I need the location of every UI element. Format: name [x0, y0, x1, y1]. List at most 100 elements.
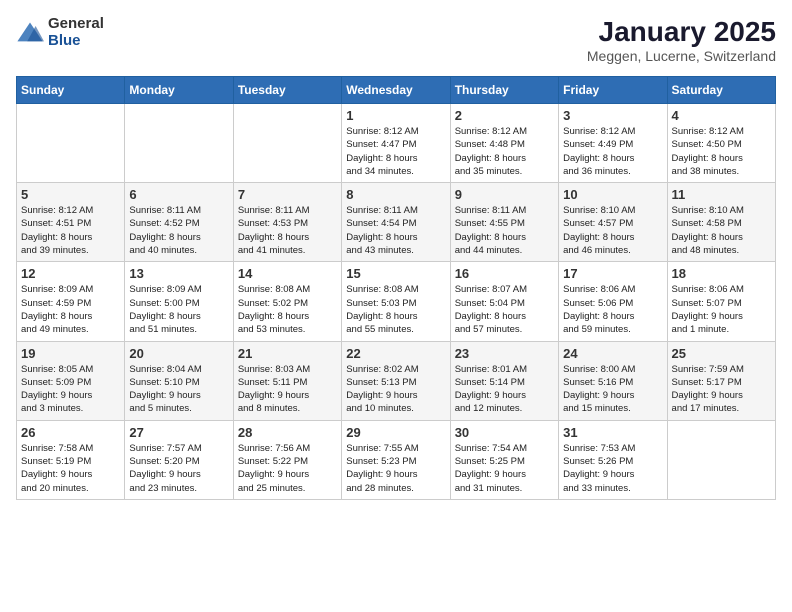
day-info: Sunrise: 8:08 AM Sunset: 5:03 PM Dayligh… — [346, 283, 445, 336]
day-info: Sunrise: 8:07 AM Sunset: 5:04 PM Dayligh… — [455, 283, 554, 336]
day-info: Sunrise: 8:12 AM Sunset: 4:51 PM Dayligh… — [21, 204, 120, 257]
calendar-cell — [125, 104, 233, 183]
calendar-cell: 3Sunrise: 8:12 AM Sunset: 4:49 PM Daylig… — [559, 104, 667, 183]
day-info: Sunrise: 8:11 AM Sunset: 4:55 PM Dayligh… — [455, 204, 554, 257]
day-info: Sunrise: 8:05 AM Sunset: 5:09 PM Dayligh… — [21, 363, 120, 416]
day-number: 24 — [563, 346, 662, 361]
calendar-cell: 17 Sunrise: 8:06 AM Sunset: 5:06 PM Dayli… — [559, 262, 667, 341]
weekday-header-wednesday: Wednesday — [342, 77, 450, 104]
calendar-cell: 20 Sunrise: 8:04 AM Sunset: 5:10 PM Dayli… — [125, 341, 233, 420]
day-number: 14 — [238, 266, 337, 281]
day-number: 10 — [563, 187, 662, 202]
day-number: 23 — [455, 346, 554, 361]
day-info: Sunrise: 8:06 AM Sunset: 5:07 PM Dayligh… — [672, 283, 771, 336]
day-info: Sunrise: 8:09 AM Sunset: 5:00 PM Dayligh… — [129, 283, 228, 336]
day-info: Sunrise: 7:55 AM Sunset: 5:23 PM Dayligh… — [346, 442, 445, 495]
calendar-cell: 18 Sunrise: 8:06 AM Sunset: 5:07 PM Dayli… — [667, 262, 775, 341]
weekday-header-row: SundayMondayTuesdayWednesdayThursdayFrid… — [17, 77, 776, 104]
weekday-header-saturday: Saturday — [667, 77, 775, 104]
logo-icon — [16, 19, 44, 47]
day-info: Sunrise: 7:53 AM Sunset: 5:26 PM Dayligh… — [563, 442, 662, 495]
calendar-week-row-3: 12Sunrise: 8:09 AM Sunset: 4:59 PM Dayli… — [17, 262, 776, 341]
day-info: Sunrise: 8:10 AM Sunset: 4:57 PM Dayligh… — [563, 204, 662, 257]
calendar-cell: 8 Sunrise: 8:11 AM Sunset: 4:54 PM Daylig… — [342, 183, 450, 262]
day-info: Sunrise: 8:11 AM Sunset: 4:54 PM Dayligh… — [346, 204, 445, 257]
day-number: 11 — [672, 187, 771, 202]
day-info: Sunrise: 8:12 AM Sunset: 4:47 PM Dayligh… — [346, 125, 445, 178]
day-number: 29 — [346, 425, 445, 440]
logo-blue-text: Blue — [48, 33, 104, 50]
day-number: 18 — [672, 266, 771, 281]
calendar-cell: 23 Sunrise: 8:01 AM Sunset: 5:14 PM Dayli… — [450, 341, 558, 420]
weekday-header-tuesday: Tuesday — [233, 77, 341, 104]
calendar-cell: 13 Sunrise: 8:09 AM Sunset: 5:00 PM Dayli… — [125, 262, 233, 341]
day-number: 25 — [672, 346, 771, 361]
calendar-title: January 2025 — [587, 16, 776, 48]
day-info: Sunrise: 8:11 AM Sunset: 4:53 PM Dayligh… — [238, 204, 337, 257]
day-number: 2 — [455, 108, 554, 123]
calendar-cell: 16 Sunrise: 8:07 AM Sunset: 5:04 PM Dayli… — [450, 262, 558, 341]
calendar-cell: 29 Sunrise: 7:55 AM Sunset: 5:23 PM Dayli… — [342, 420, 450, 499]
day-number: 6 — [129, 187, 228, 202]
calendar-cell: 11Sunrise: 8:10 AM Sunset: 4:58 PM Dayli… — [667, 183, 775, 262]
day-info: Sunrise: 8:12 AM Sunset: 4:50 PM Dayligh… — [672, 125, 771, 178]
day-info: Sunrise: 8:01 AM Sunset: 5:14 PM Dayligh… — [455, 363, 554, 416]
day-number: 20 — [129, 346, 228, 361]
day-number: 4 — [672, 108, 771, 123]
day-info: Sunrise: 7:56 AM Sunset: 5:22 PM Dayligh… — [238, 442, 337, 495]
calendar-cell: 31 Sunrise: 7:53 AM Sunset: 5:26 PM Dayli… — [559, 420, 667, 499]
calendar-cell: 1 Sunrise: 8:12 AM Sunset: 4:47 PM Daylig… — [342, 104, 450, 183]
day-number: 13 — [129, 266, 228, 281]
calendar-cell: 30 Sunrise: 7:54 AM Sunset: 5:25 PM Dayli… — [450, 420, 558, 499]
calendar-cell: 24 Sunrise: 8:00 AM Sunset: 5:16 PM Dayli… — [559, 341, 667, 420]
day-number: 30 — [455, 425, 554, 440]
day-info: Sunrise: 8:08 AM Sunset: 5:02 PM Dayligh… — [238, 283, 337, 336]
day-number: 16 — [455, 266, 554, 281]
day-number: 8 — [346, 187, 445, 202]
day-info: Sunrise: 7:58 AM Sunset: 5:19 PM Dayligh… — [21, 442, 120, 495]
day-info: Sunrise: 7:59 AM Sunset: 5:17 PM Dayligh… — [672, 363, 771, 416]
day-info: Sunrise: 8:02 AM Sunset: 5:13 PM Dayligh… — [346, 363, 445, 416]
calendar-cell: 9 Sunrise: 8:11 AM Sunset: 4:55 PM Daylig… — [450, 183, 558, 262]
day-number: 15 — [346, 266, 445, 281]
day-info: Sunrise: 8:00 AM Sunset: 5:16 PM Dayligh… — [563, 363, 662, 416]
logo-general-text: General — [48, 16, 104, 33]
day-number: 7 — [238, 187, 337, 202]
calendar-cell: 12Sunrise: 8:09 AM Sunset: 4:59 PM Dayli… — [17, 262, 125, 341]
calendar-cell: 25 Sunrise: 7:59 AM Sunset: 5:17 PM Dayli… — [667, 341, 775, 420]
day-info: Sunrise: 7:54 AM Sunset: 5:25 PM Dayligh… — [455, 442, 554, 495]
calendar-cell: 15 Sunrise: 8:08 AM Sunset: 5:03 PM Dayli… — [342, 262, 450, 341]
day-number: 12 — [21, 266, 120, 281]
calendar-week-row-4: 19 Sunrise: 8:05 AM Sunset: 5:09 PM Dayli… — [17, 341, 776, 420]
weekday-header-monday: Monday — [125, 77, 233, 104]
logo: General Blue — [16, 16, 104, 49]
day-info: Sunrise: 8:11 AM Sunset: 4:52 PM Dayligh… — [129, 204, 228, 257]
calendar-cell: 4 Sunrise: 8:12 AM Sunset: 4:50 PM Daylig… — [667, 104, 775, 183]
day-number: 19 — [21, 346, 120, 361]
page-header: General Blue January 2025 Meggen, Lucern… — [16, 16, 776, 64]
calendar-cell: 2Sunrise: 8:12 AM Sunset: 4:48 PM Daylig… — [450, 104, 558, 183]
calendar-week-row-2: 5 Sunrise: 8:12 AM Sunset: 4:51 PM Daylig… — [17, 183, 776, 262]
calendar-cell: 6 Sunrise: 8:11 AM Sunset: 4:52 PM Daylig… — [125, 183, 233, 262]
day-info: Sunrise: 8:04 AM Sunset: 5:10 PM Dayligh… — [129, 363, 228, 416]
calendar-week-row-5: 26 Sunrise: 7:58 AM Sunset: 5:19 PM Dayli… — [17, 420, 776, 499]
day-number: 17 — [563, 266, 662, 281]
weekday-header-sunday: Sunday — [17, 77, 125, 104]
calendar-cell — [17, 104, 125, 183]
calendar-table: SundayMondayTuesdayWednesdayThursdayFrid… — [16, 76, 776, 500]
weekday-header-thursday: Thursday — [450, 77, 558, 104]
day-number: 22 — [346, 346, 445, 361]
day-info: Sunrise: 8:06 AM Sunset: 5:06 PM Dayligh… — [563, 283, 662, 336]
day-number: 9 — [455, 187, 554, 202]
day-number: 31 — [563, 425, 662, 440]
calendar-cell: 26 Sunrise: 7:58 AM Sunset: 5:19 PM Dayli… — [17, 420, 125, 499]
day-number: 21 — [238, 346, 337, 361]
day-number: 5 — [21, 187, 120, 202]
day-number: 27 — [129, 425, 228, 440]
day-number: 26 — [21, 425, 120, 440]
day-number: 1 — [346, 108, 445, 123]
calendar-cell: 5 Sunrise: 8:12 AM Sunset: 4:51 PM Daylig… — [17, 183, 125, 262]
calendar-cell: 19 Sunrise: 8:05 AM Sunset: 5:09 PM Dayli… — [17, 341, 125, 420]
calendar-subtitle: Meggen, Lucerne, Switzerland — [587, 48, 776, 64]
calendar-cell — [667, 420, 775, 499]
